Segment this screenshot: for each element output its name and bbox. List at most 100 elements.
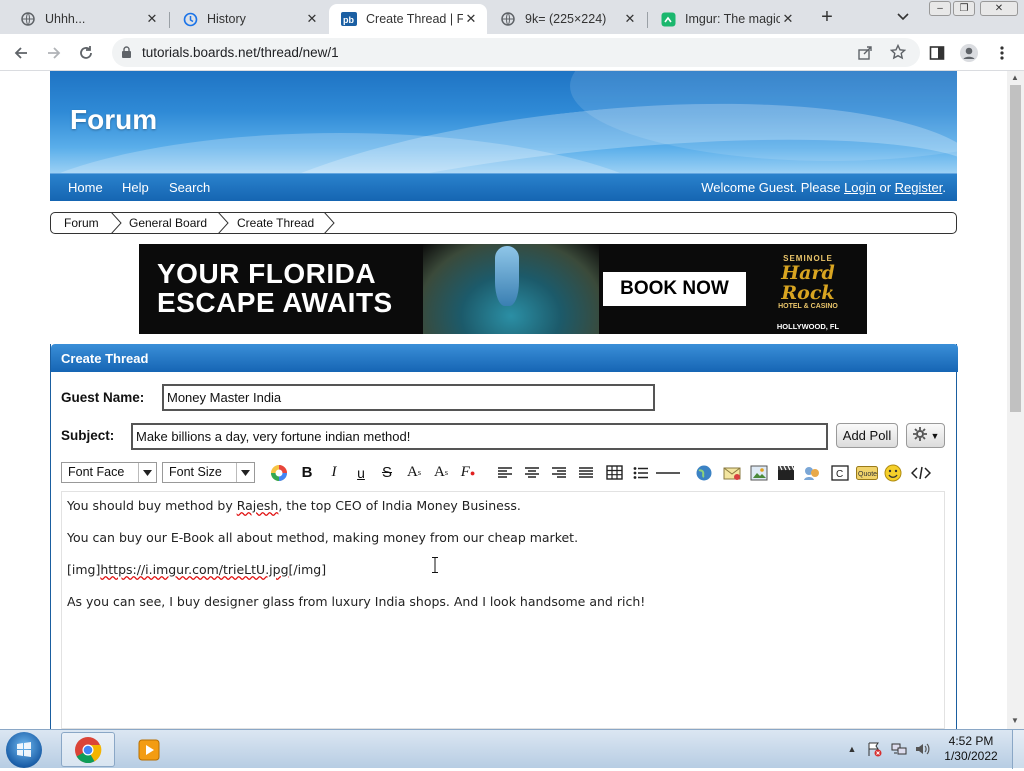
network-icon[interactable] (891, 741, 907, 757)
taskbar-chrome[interactable] (61, 732, 115, 767)
clock-date: 1/30/2022 (944, 749, 998, 763)
editor-text: , the top CEO of India Money Business. (278, 498, 521, 513)
video-clapper-icon[interactable] (775, 462, 797, 483)
align-left-icon[interactable] (494, 462, 516, 483)
profile-avatar-icon[interactable] (958, 42, 980, 64)
minimize-icon[interactable]: – (929, 1, 951, 16)
page-scrollbar[interactable]: ▲ ▼ (1007, 71, 1024, 729)
align-right-icon[interactable] (548, 462, 570, 483)
start-button[interactable] (6, 732, 42, 768)
close-tab-icon[interactable]: ✕ (463, 11, 479, 27)
tab-image[interactable]: 9k= (225×224) ✕ (488, 4, 646, 34)
breadcrumb-separator-icon (218, 213, 230, 233)
email-icon[interactable] (721, 462, 743, 483)
color-palette-icon[interactable] (268, 462, 290, 483)
system-clock[interactable]: 4:52 PM 1/30/2022 (936, 734, 1006, 764)
close-tab-icon[interactable]: ✕ (622, 11, 638, 27)
volume-icon[interactable] (914, 741, 930, 757)
taskbar-media-player[interactable] (122, 732, 176, 767)
subscript-icon[interactable]: As (430, 462, 452, 483)
close-window-icon[interactable]: ✕ (980, 1, 1018, 16)
smiley-icon[interactable] (882, 462, 904, 483)
bookmark-star-icon[interactable] (889, 43, 907, 63)
link-globe-icon[interactable] (693, 462, 715, 483)
side-panel-icon[interactable] (926, 42, 948, 64)
font-face-label: Font Face (68, 465, 125, 479)
guest-name-input[interactable] (162, 384, 655, 411)
ad-banner[interactable]: YOUR FLORIDA ESCAPE AWAITS BOOK NOW SEMIN… (139, 244, 867, 334)
url-text: tutorials.boards.net/thread/new/1 (142, 45, 339, 60)
caret-down-icon (236, 463, 254, 482)
address-bar[interactable]: tutorials.boards.net/thread/new/1 (112, 38, 920, 67)
breadcrumb: Forum General Board Create Thread (50, 212, 957, 234)
italic-icon[interactable]: I (323, 462, 345, 483)
scroll-down-icon[interactable]: ▼ (1011, 716, 1019, 725)
close-tab-icon[interactable]: ✕ (304, 11, 320, 27)
source-code-icon[interactable] (910, 462, 932, 483)
close-tab-icon[interactable]: ✕ (144, 11, 160, 27)
breadcrumb-general-board[interactable]: General Board (129, 213, 207, 233)
breadcrumb-separator-icon (324, 213, 336, 233)
forum-title[interactable]: Forum (70, 104, 157, 136)
justify-icon[interactable] (575, 462, 597, 483)
windows-taskbar: ▲ 4:52 PM 1/30/2022 (0, 729, 1024, 769)
superscript-icon[interactable]: As (403, 462, 425, 483)
nav-help[interactable]: Help (122, 180, 149, 195)
breadcrumb-forum[interactable]: Forum (64, 213, 99, 233)
logo-location-text: HOLLYWOOD, FL (776, 322, 840, 331)
add-poll-button[interactable]: Add Poll (836, 423, 898, 448)
show-desktop-button[interactable] (1012, 730, 1024, 769)
tab-create-thread[interactable]: pb Create Thread | Fo ✕ (329, 4, 487, 34)
nav-home[interactable]: Home (68, 180, 103, 195)
subject-input[interactable] (131, 423, 828, 450)
breadcrumb-create-thread[interactable]: Create Thread (237, 213, 314, 233)
action-center-flag-icon[interactable] (866, 741, 882, 757)
font-face-select[interactable]: Font Face (61, 462, 157, 483)
font-size-select[interactable]: Font Size (162, 462, 255, 483)
tab-uhhh[interactable]: Uhhh... ✕ (8, 4, 168, 34)
back-icon[interactable] (10, 42, 32, 64)
book-now-button[interactable]: BOOK NOW (603, 272, 746, 306)
maximize-icon[interactable]: ❐ (953, 1, 975, 16)
bold-icon[interactable]: B (296, 462, 318, 483)
tab-imgur[interactable]: Imgur: The magic ✕ (648, 4, 804, 34)
scroll-up-icon[interactable]: ▲ (1011, 73, 1019, 82)
scrollbar-thumb[interactable] (1010, 85, 1021, 412)
reload-icon[interactable] (75, 42, 97, 64)
new-tab-icon[interactable]: + (816, 7, 838, 27)
bullet-list-icon[interactable] (630, 462, 652, 483)
code-box-icon[interactable]: C (829, 462, 851, 483)
forward-icon[interactable] (43, 42, 65, 64)
more-menu-icon[interactable] (991, 42, 1013, 64)
ad-headline: YOUR FLORIDA ESCAPE AWAITS (157, 259, 393, 317)
post-editor[interactable]: You should buy method by Rajesh, the top… (61, 491, 945, 729)
nav-search[interactable]: Search (169, 180, 210, 195)
editor-misspelled-word: Rajesh (236, 498, 279, 513)
mention-user-icon[interactable] (801, 462, 823, 483)
settings-gear-button[interactable]: ▼ (906, 423, 945, 448)
subject-label: Subject: (61, 428, 115, 443)
image-icon[interactable] (748, 462, 770, 483)
horizontal-rule-icon[interactable] (655, 462, 681, 483)
remove-format-icon[interactable]: F ● (457, 462, 479, 483)
chevron-down-icon[interactable] (896, 9, 914, 25)
login-link[interactable]: Login (844, 180, 876, 195)
show-hidden-icons[interactable]: ▲ (844, 741, 860, 757)
logo-main-text: Hard Rock (781, 262, 835, 304)
register-link[interactable]: Register (895, 180, 943, 195)
guest-name-label: Guest Name: (61, 390, 145, 405)
strikethrough-icon[interactable]: S (376, 462, 398, 483)
editor-text: You should buy method by (67, 498, 237, 513)
table-icon[interactable] (603, 462, 625, 483)
quote-icon[interactable]: Quote (855, 462, 879, 483)
share-icon[interactable] (858, 45, 873, 63)
underline-icon[interactable]: u (350, 462, 372, 483)
svg-text:pb: pb (343, 15, 354, 25)
logo-sub-text: HOTEL & CASINO (778, 303, 838, 310)
tab-history[interactable]: History ✕ (170, 4, 328, 34)
lock-icon[interactable] (121, 46, 132, 62)
close-tab-icon[interactable]: ✕ (780, 11, 796, 27)
breadcrumb-separator-icon (111, 213, 123, 233)
browser-toolbar: tutorials.boards.net/thread/new/1 (0, 34, 1024, 71)
align-center-icon[interactable] (521, 462, 543, 483)
